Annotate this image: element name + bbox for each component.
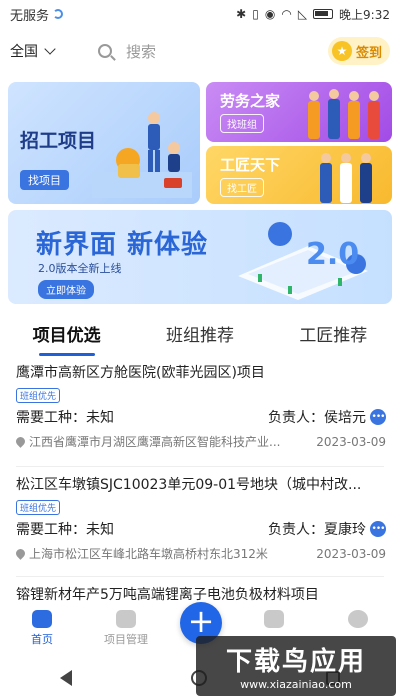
team-illustration	[308, 89, 380, 139]
nav-home-label: 首页	[31, 633, 53, 646]
team-priority-tag: 班组优先	[16, 388, 61, 403]
find-craftsman-button[interactable]: 找工匠	[220, 178, 264, 197]
signin-label: 签到	[355, 45, 382, 61]
top-bar: 全国 搜索 ★ 签到	[0, 34, 400, 68]
item-title: 鹰潭市高新区方舱医院(欧菲光园区)项目	[16, 365, 265, 381]
signin-button[interactable]: ★ 签到	[327, 37, 390, 65]
status-right: ✱ ▯ ◉ ◠ ◺ 晚上9:32	[236, 6, 390, 23]
tab-project-picks[interactable]: 项目优选	[33, 321, 101, 352]
item-date: 2023-03-09	[316, 546, 386, 561]
carrier-text: 无服务	[10, 8, 50, 24]
signal-icon: ◺	[297, 7, 308, 21]
version-illustration: 2.0	[238, 222, 368, 300]
content-tabs: 项目优选 班组推荐 工匠推荐	[0, 318, 400, 354]
wifi-icon: ◠	[281, 7, 292, 21]
search-placeholder: 搜索	[126, 42, 157, 61]
home-icon	[32, 610, 52, 628]
find-project-button[interactable]: 找项目	[20, 170, 69, 190]
divider	[16, 576, 384, 577]
list-item[interactable]: 镕锂新材年产5万吨高端锂离子电池负极材料项目	[16, 584, 386, 604]
back-icon[interactable]	[59, 670, 72, 686]
item-address: 上海市松江区车峰北路车墩高桥村东北312米	[16, 545, 296, 562]
item-title: 松江区车墩镇SJC10023单元09-01号地块（城中村改...	[16, 477, 362, 493]
search-icon	[98, 44, 112, 58]
item-meta-row: 江西省鹰潭市月湖区鹰潭高新区智能科技产业... 2023-03-09	[16, 433, 386, 450]
craftsmen-card[interactable]: 工匠天下 找工匠	[206, 146, 392, 204]
chevron-down-icon	[44, 43, 56, 55]
contact-name: 负责人：夏康玲	[268, 522, 366, 538]
region-selector[interactable]: 全国	[10, 41, 84, 61]
location-pin-icon	[16, 435, 27, 448]
tab-team-recommend[interactable]: 班组推荐	[166, 321, 234, 352]
item-detail-row: 需要工种：未知 负责人：夏康玲 •••	[16, 519, 386, 539]
nav-project-management[interactable]: 项目管理	[86, 604, 166, 647]
nav-project-label: 项目管理	[104, 633, 148, 646]
projects-card[interactable]: 招工项目 找项目	[8, 82, 200, 204]
star-icon: ★	[331, 41, 352, 61]
teams-card[interactable]: 劳务之家 找班组	[206, 82, 392, 142]
nav-home[interactable]: 首页	[2, 604, 82, 647]
team-priority-tag: 班组优先	[16, 500, 61, 515]
nav-profile[interactable]	[318, 604, 398, 631]
item-contact: 负责人：侯培元 •••	[268, 407, 386, 427]
region-label: 全国	[10, 44, 38, 60]
item-address: 江西省鹰潭市月湖区鹰潭高新区智能科技产业...	[16, 433, 296, 450]
item-contact: 负责人：夏康玲 •••	[268, 519, 386, 539]
status-left: 无服务	[10, 5, 64, 24]
workers-illustration	[92, 112, 192, 198]
eye-icon: ◉	[264, 7, 276, 21]
item-detail-row: 需要工种：未知 负责人：侯培元 •••	[16, 407, 386, 427]
promo-banner[interactable]: 新界面 新体验 2.0版本全新上线 立即体验 2.0	[8, 210, 392, 304]
item-need: 需要工种：未知	[16, 522, 114, 538]
item-need: 需要工种：未知	[16, 410, 114, 426]
loading-icon	[53, 9, 64, 19]
watermark: 下载鸟应用 www.xiazainiao.com	[196, 636, 396, 696]
list-item[interactable]: 松江区车墩镇SJC10023单元09-01号地块（城中村改... 班组优先 需要…	[16, 474, 386, 562]
divider	[16, 466, 384, 467]
message-icon	[264, 610, 284, 628]
address-text: 上海市松江区车峰北路车墩高桥村东北312米	[29, 547, 268, 561]
contact-name: 负责人：侯培元	[268, 410, 366, 426]
location-pin-icon	[16, 547, 27, 560]
item-meta-row: 上海市松江区车峰北路车墩高桥村东北312米 2023-03-09	[16, 545, 386, 562]
find-team-button[interactable]: 找班组	[220, 114, 264, 133]
profile-icon	[348, 610, 368, 628]
craftsmen-card-title: 工匠天下	[220, 156, 281, 174]
tab-craftsman-recommend[interactable]: 工匠推荐	[299, 321, 367, 352]
address-text: 江西省鹰潭市月湖区鹰潭高新区智能科技产业...	[29, 435, 281, 449]
vibrate-icon: ▯	[252, 7, 259, 21]
battery-icon	[313, 9, 334, 19]
craftsmen-illustration	[320, 153, 372, 203]
item-title: 镕锂新材年产5万吨高端锂离子电池负极材料项目	[16, 587, 319, 603]
status-bar: 无服务 ✱ ▯ ◉ ◠ ◺ 晚上9:32	[0, 0, 400, 28]
chat-icon[interactable]: •••	[370, 409, 386, 425]
projects-card-title: 招工项目	[20, 130, 97, 152]
watermark-title: 下载鸟应用	[225, 647, 366, 677]
chart-icon	[116, 610, 136, 628]
bluetooth-icon: ✱	[236, 7, 247, 21]
item-date: 2023-03-09	[316, 434, 386, 449]
version-badge: 2.0	[306, 237, 359, 272]
try-now-button[interactable]: 立即体验	[38, 280, 94, 299]
chat-icon[interactable]: •••	[370, 521, 386, 537]
nav-messages[interactable]	[234, 604, 314, 631]
clock-text: 晚上9:32	[339, 7, 390, 22]
banner-title: 新界面 新体验	[36, 230, 209, 260]
teams-card-title: 劳务之家	[220, 92, 281, 110]
banner-subtitle: 2.0版本全新上线	[38, 262, 122, 275]
search-input[interactable]: 搜索	[84, 34, 328, 68]
list-item[interactable]: 鹰潭市高新区方舱医院(欧菲光园区)项目 班组优先 需要工种：未知 负责人：侯培元…	[16, 362, 386, 450]
watermark-url: www.xiazainiao.com	[240, 678, 352, 691]
